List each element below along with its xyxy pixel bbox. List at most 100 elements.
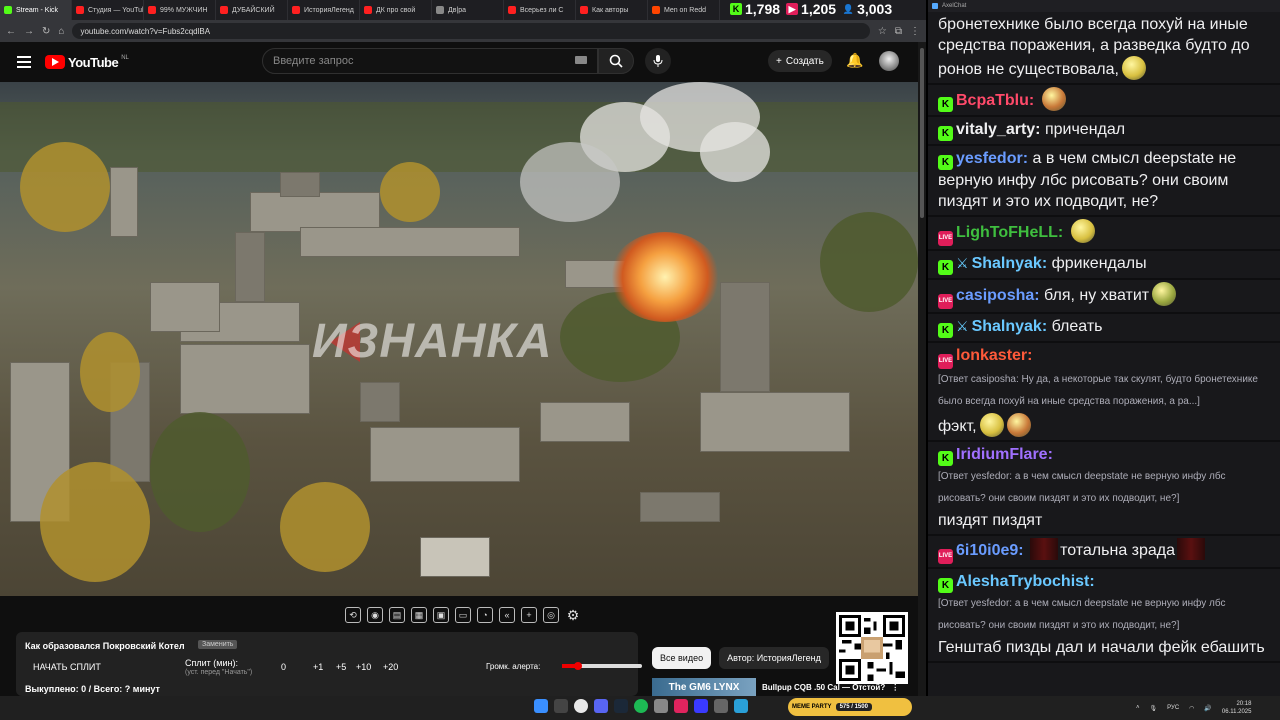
telegram-icon[interactable] <box>734 699 748 713</box>
create-button[interactable]: + Создать <box>768 50 832 72</box>
speed-icon[interactable]: ◔ <box>477 607 493 623</box>
recommended-thumbnail[interactable]: The GM6 LYNX <box>652 678 756 696</box>
browser-tab[interactable]: Men on Redd <box>648 0 720 20</box>
video-watermark: ИЗНАНКА <box>312 315 553 368</box>
search-button[interactable] <box>598 48 634 74</box>
rewind-icon[interactable]: « <box>499 607 515 623</box>
search-icon[interactable] <box>554 699 568 713</box>
audio-wave-icon[interactable]: ◉ <box>367 607 383 623</box>
tab-favicon-icon <box>436 6 444 14</box>
page-scrollbar[interactable] <box>918 42 926 696</box>
gear-icon[interactable]: ⚙ <box>565 607 581 623</box>
keyboard-icon[interactable] <box>575 56 587 64</box>
forward-icon[interactable]: → <box>24 26 34 37</box>
bookmark-star-icon[interactable]: ☆ <box>878 26 887 37</box>
chat-username[interactable]: 6i10i0e9: <box>956 542 1024 559</box>
chat-username[interactable]: BcpaTblu: <box>956 92 1034 109</box>
tab-label: 99% МУЖЧИН <box>160 6 208 14</box>
clock[interactable]: 20:18 06.11.2025 <box>1222 700 1252 716</box>
split-replace-badge[interactable]: Заменить <box>198 640 238 649</box>
chrome-icon[interactable] <box>574 699 588 713</box>
steam-icon[interactable] <box>614 699 628 713</box>
alert-volume-label: Громк. алерта: <box>486 662 541 671</box>
kick-goal-widget[interactable]: MEME PARTY 575 / 1500 <box>788 698 912 716</box>
browser-tab[interactable]: ДУБАЙСКИЙ <box>216 0 288 20</box>
alert-volume-handle[interactable] <box>574 662 582 670</box>
chat-username[interactable]: AleshaTrybochist: <box>956 573 1095 590</box>
split-panel: Как образовался Покровский Котел Заменит… <box>16 632 642 696</box>
kick-badge-icon: K <box>938 323 953 338</box>
app-icon[interactable] <box>714 699 728 713</box>
extensions-icon[interactable]: ⧉ <box>895 26 902 37</box>
tab-label: ДК про свой <box>376 6 416 14</box>
chat-message: LIVE casiposha: бля, ну хватит <box>928 280 1280 314</box>
film-icon[interactable]: ▭ <box>455 607 471 623</box>
video-player[interactable]: ИЗНАНКА <box>0 82 918 596</box>
picture-icon[interactable]: ▣ <box>433 607 449 623</box>
live-badge-icon: LIVE <box>938 231 953 246</box>
spotify-icon[interactable] <box>634 699 648 713</box>
home-icon[interactable]: ⌂ <box>58 26 64 37</box>
chat-username[interactable]: Shalnyak: <box>972 255 1048 272</box>
add-icon[interactable]: + <box>521 607 537 623</box>
clapper-icon[interactable]: ▦ <box>411 607 427 623</box>
chat-message: K ⚔ Shalnyak: блеать <box>928 314 1280 343</box>
chat-username[interactable]: LighToFHeLL: <box>956 224 1063 241</box>
language-indicator[interactable]: РУС <box>1167 705 1179 711</box>
youtube-logo[interactable]: YouTube NL <box>45 55 129 70</box>
browser-tab[interactable]: ДК про свой <box>360 0 432 20</box>
windows-start-icon[interactable] <box>534 699 548 713</box>
start-split-button[interactable]: НАЧАТЬ СПЛИТ <box>33 662 101 672</box>
add-20-button[interactable]: +20 <box>383 662 398 672</box>
notifications-bell-icon[interactable]: 🔔 <box>846 52 863 69</box>
alert-volume-slider[interactable] <box>562 662 642 670</box>
volume-icon[interactable]: 🔊 <box>1204 705 1211 712</box>
browser-tab[interactable]: 99% МУЖЧИН <box>144 0 216 20</box>
player-extension-controls: ⟲ ◉ ▤ ▦ ▣ ▭ ◔ « + ◎ ⚙ <box>345 604 581 626</box>
loop-icon[interactable]: ⟲ <box>345 607 361 623</box>
voice-search-button[interactable] <box>645 48 671 74</box>
kick-badge-icon: K <box>938 451 953 466</box>
chat-username[interactable]: vitaly_arty: <box>956 121 1041 138</box>
app-icon <box>932 3 938 9</box>
chat-username[interactable]: Shalnyak: <box>972 318 1048 335</box>
chat-emote-icon <box>979 413 1004 437</box>
obs-icon[interactable] <box>654 699 668 713</box>
hamburger-menu-icon[interactable] <box>17 56 31 68</box>
microphone-icon[interactable]: 🎙 <box>1150 705 1158 712</box>
browser-tab[interactable]: Всерьез ли С <box>504 0 576 20</box>
add-5-button[interactable]: +5 <box>336 662 346 672</box>
avatar[interactable] <box>879 51 899 71</box>
url-field[interactable]: youtube.com/watch?v=Fubs2cqdlBA <box>72 23 870 39</box>
app-icon[interactable] <box>694 699 708 713</box>
chat-message-text: фэкт, <box>938 418 977 435</box>
search-input[interactable]: Введите запрос <box>262 48 598 74</box>
discord-icon[interactable] <box>594 699 608 713</box>
tab-favicon-icon <box>364 6 372 14</box>
kick-goal-value: 575 / 1500 <box>835 703 872 711</box>
back-icon[interactable]: ← <box>6 26 16 37</box>
add-1-button[interactable]: +1 <box>313 662 323 672</box>
chip-all-videos[interactable]: Все видео <box>652 647 712 669</box>
chat-username[interactable]: casiposha: <box>956 287 1040 304</box>
add-10-button[interactable]: +10 <box>356 662 371 672</box>
caption-icon[interactable]: ▤ <box>389 607 405 623</box>
browser-tab[interactable]: Как авторы <box>576 0 648 20</box>
menu-dots-icon[interactable]: ⋮ <box>910 26 920 37</box>
browser-tab[interactable]: Stream - Kick <box>0 0 72 20</box>
reload-icon[interactable]: ↻ <box>42 26 50 37</box>
chat-username[interactable]: IridiumFlare: <box>956 446 1053 463</box>
chip-author[interactable]: Автор: ИсторияЛегенд <box>719 647 829 669</box>
chat-username[interactable]: yesfedor: <box>956 150 1028 167</box>
wifi-icon[interactable]: ◠ <box>1189 705 1194 712</box>
browser-tab[interactable]: Студия — YouTube <box>72 0 144 20</box>
browser-tab[interactable]: ИсторияЛегенд <box>288 0 360 20</box>
app-icon[interactable] <box>674 699 688 713</box>
tab-label: ДУБАЙСКИЙ <box>232 6 275 14</box>
live-badge-icon: LIVE <box>938 549 953 564</box>
chat-username[interactable]: lonkaster: <box>956 347 1032 364</box>
split-minutes-value[interactable]: 0 <box>281 662 286 672</box>
chevron-up-icon[interactable]: ˄ <box>1136 705 1140 711</box>
browser-tab[interactable]: Дв|ра <box>432 0 504 20</box>
camera-icon[interactable]: ◎ <box>543 607 559 623</box>
